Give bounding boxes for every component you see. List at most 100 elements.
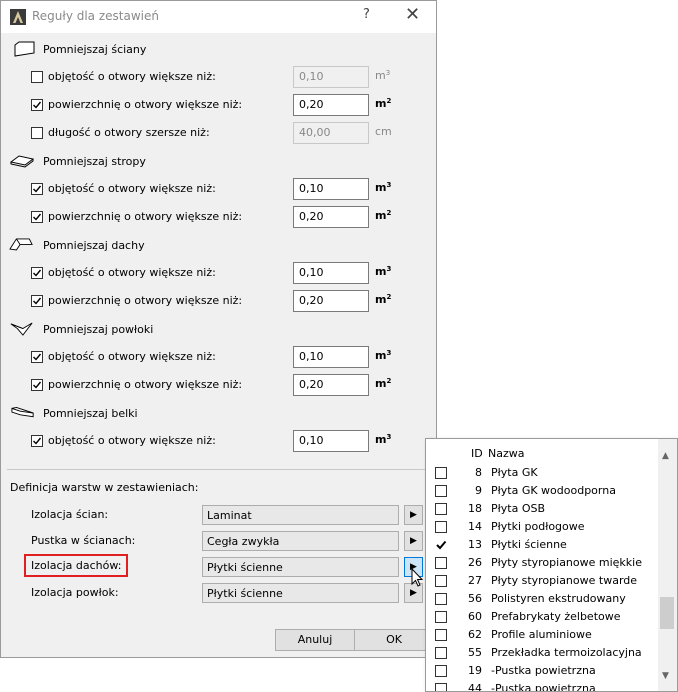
list-item-id: 55 xyxy=(468,646,482,659)
walls-area-checkbox[interactable] xyxy=(31,99,43,111)
list-item-name: Profile aluminiowe xyxy=(491,628,592,641)
list-item-id: 9 xyxy=(475,484,482,497)
beams-volume-input[interactable]: 0,10 xyxy=(293,430,369,452)
close-button[interactable]: ✕ xyxy=(405,4,420,25)
roofs-area-row: powierzchnię o otwory większe niż: 0,20 … xyxy=(1,290,436,312)
list-item[interactable]: 26 Płyty styropianowe miękkie xyxy=(426,553,658,571)
shells-area-checkbox[interactable] xyxy=(31,379,43,391)
list-item-checkbox[interactable] xyxy=(435,467,447,479)
list-item-checkbox[interactable] xyxy=(435,593,447,605)
slabs-area-checkbox[interactable] xyxy=(31,211,43,223)
list-item[interactable]: 44 -Pustka powietrzna xyxy=(426,679,658,691)
list-item-checkbox[interactable] xyxy=(435,665,447,677)
list-item[interactable]: 60 Prefabrykaty żelbetowe xyxy=(426,607,658,625)
shells-volume-unit: m3 xyxy=(375,349,392,362)
shells-area-input[interactable]: 0,20 xyxy=(293,374,369,396)
section-title-shells: Pomniejszaj powłoki xyxy=(43,323,154,336)
roof-icon xyxy=(9,238,33,251)
list-item[interactable]: 8 Płyta GK xyxy=(426,463,658,481)
list-item-id: 60 xyxy=(468,610,482,623)
cancel-button[interactable]: Anuluj xyxy=(275,629,355,651)
popup-col-name[interactable]: Nazwa xyxy=(488,447,524,460)
roofs-area-input[interactable]: 0,20 xyxy=(293,290,369,312)
walls-area-row: powierzchnię o otwory większe niż: 0,20 … xyxy=(1,94,436,116)
list-item[interactable]: 55 Przekładka termoizolacyjna xyxy=(426,643,658,661)
list-item[interactable]: 56 Polistyren ekstrudowany xyxy=(426,589,658,607)
shells-volume-row: objętość o otwory większe niż: 0,10 m3 xyxy=(1,346,436,368)
list-item-id: 18 xyxy=(468,502,482,515)
list-item-checkbox[interactable] xyxy=(435,485,447,497)
roofs-area-checkbox[interactable] xyxy=(31,295,43,307)
mouse-cursor-icon xyxy=(411,568,424,587)
roofs-volume-checkbox[interactable] xyxy=(31,267,43,279)
roofs-volume-input[interactable]: 0,10 xyxy=(293,262,369,284)
walls-area-input[interactable]: 0,20 xyxy=(293,94,369,116)
list-item-name: -Pustka powietrzna xyxy=(491,664,596,677)
ok-button[interactable]: OK xyxy=(354,629,434,651)
walls-length-checkbox[interactable] xyxy=(31,127,43,139)
title-bar: Reguły dla zestawień ? ✕ xyxy=(1,1,436,33)
section-title-slabs: Pomniejszaj stropy xyxy=(43,155,146,168)
wall-insulation-arrow-button[interactable]: ▶ xyxy=(404,505,423,525)
list-item[interactable]: 14 Płytki podłogowe xyxy=(426,517,658,535)
slabs-volume-unit: m3 xyxy=(375,181,392,194)
slabs-area-input[interactable]: 0,20 xyxy=(293,206,369,228)
popup-scrollbar[interactable]: ▲ ▼ xyxy=(658,439,677,691)
list-item-checkbox[interactable] xyxy=(435,575,447,587)
section-title-walls: Pomniejszaj ściany xyxy=(43,43,147,56)
help-button[interactable]: ? xyxy=(363,7,370,22)
beams-volume-row: objętość o otwory większe niż: 0,10 m3 xyxy=(1,430,436,452)
popup-col-id[interactable]: ID xyxy=(471,447,483,460)
list-item-checkbox[interactable] xyxy=(435,521,447,533)
scroll-down-icon[interactable]: ▼ xyxy=(662,671,669,681)
wall-insulation-field[interactable]: Laminat xyxy=(202,505,399,525)
list-item-checkbox[interactable] xyxy=(435,647,447,659)
list-item-name: Płyty styropianowe miękkie xyxy=(491,556,642,569)
list-item[interactable]: 27 Płyty styropianowe twarde xyxy=(426,571,658,589)
list-item-checkbox[interactable] xyxy=(435,683,447,691)
walls-volume-input[interactable]: 0,10 xyxy=(293,66,369,88)
roof-insulation-label: Izolacja dachów: xyxy=(24,554,129,577)
shell-insulation-field[interactable]: Płytki ścienne xyxy=(202,583,399,603)
roof-insulation-field[interactable]: Płytki ścienne xyxy=(202,557,399,577)
slabs-volume-checkbox[interactable] xyxy=(31,183,43,195)
scroll-thumb[interactable] xyxy=(660,597,674,629)
slabs-area-label: powierzchnię o otwory większe niż: xyxy=(48,210,243,223)
list-item-checkbox[interactable] xyxy=(435,539,447,551)
slab-icon xyxy=(10,155,34,168)
wall-cavity-arrow-button[interactable]: ▶ xyxy=(404,531,423,551)
walls-volume-label: objętość o otwory większe niż: xyxy=(48,70,216,83)
walls-length-input[interactable]: 40,00 xyxy=(293,122,369,144)
dialog-title: Reguły dla zestawień xyxy=(32,9,159,23)
list-item-checkbox[interactable] xyxy=(435,503,447,515)
list-item-checkbox[interactable] xyxy=(435,611,447,623)
shell-icon xyxy=(10,322,33,336)
walls-volume-checkbox[interactable] xyxy=(31,71,43,83)
walls-length-unit: cm xyxy=(375,125,392,138)
list-item-id: 14 xyxy=(468,520,482,533)
list-item-id: 19 xyxy=(468,664,482,677)
slabs-volume-input[interactable]: 0,10 xyxy=(293,178,369,200)
list-item[interactable]: 9 Płyta GK wodoodporna xyxy=(426,481,658,499)
list-item[interactable]: 13 Płytki ścienne xyxy=(426,535,658,553)
slabs-volume-label: objętość o otwory większe niż: xyxy=(48,182,216,195)
walls-length-row: długość o otwory szersze niż: 40,00 cm xyxy=(1,122,436,144)
list-item-name: Polistyren ekstrudowany xyxy=(491,592,626,605)
roofs-area-label: powierzchnię o otwory większe niż: xyxy=(48,294,243,307)
wall-insulation-label: Izolacja ścian: xyxy=(31,508,109,521)
shells-volume-input[interactable]: 0,10 xyxy=(293,346,369,368)
list-item-checkbox[interactable] xyxy=(435,557,447,569)
list-item[interactable]: 18 Płyta OSB xyxy=(426,499,658,517)
wall-cavity-field[interactable]: Cegła zwykła xyxy=(202,531,399,551)
list-item-checkbox[interactable] xyxy=(435,629,447,641)
beams-volume-checkbox[interactable] xyxy=(31,435,43,447)
slabs-area-row: powierzchnię o otwory większe niż: 0,20 … xyxy=(1,206,436,228)
roofs-volume-unit: m3 xyxy=(375,265,392,278)
wall-cavity-label: Pustka w ścianach: xyxy=(31,534,136,547)
list-item[interactable]: 19 -Pustka powietrzna xyxy=(426,661,658,679)
list-item-id: 56 xyxy=(468,592,482,605)
scroll-up-icon[interactable]: ▲ xyxy=(662,451,669,461)
shells-volume-checkbox[interactable] xyxy=(31,351,43,363)
list-item[interactable]: 62 Profile aluminiowe xyxy=(426,625,658,643)
list-item-id: 13 xyxy=(468,538,482,551)
